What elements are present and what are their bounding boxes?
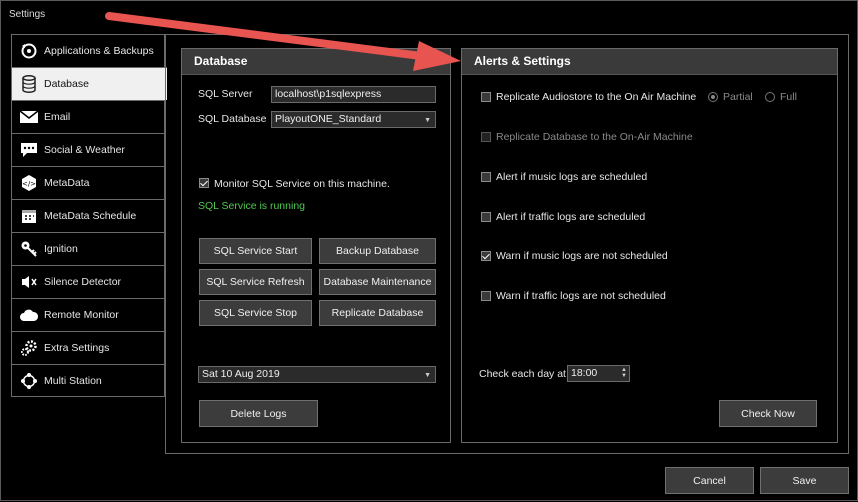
applications-backups-icon xyxy=(19,41,39,61)
full-label: Full xyxy=(780,91,797,103)
svg-text:</>: </> xyxy=(22,180,36,188)
nav-item-social-weather[interactable]: Social & Weather xyxy=(11,133,165,166)
full-radio[interactable] xyxy=(765,92,775,102)
backup-database-button[interactable]: Backup Database xyxy=(319,238,436,264)
database-panel: Database SQL Server localhost\p1sqlexpre… xyxy=(181,48,451,443)
nav-item-label: Silence Detector xyxy=(44,276,122,288)
settings-window: Settings Applications & Backups Database… xyxy=(0,0,858,501)
alert-music-logs-label: Alert if music logs are scheduled xyxy=(496,171,648,183)
metadata-icon: </> xyxy=(19,173,39,193)
chevron-down-icon: ▼ xyxy=(424,372,431,379)
database-maintenance-button[interactable]: Database Maintenance xyxy=(319,269,436,295)
alert-music-logs-checkbox[interactable] xyxy=(481,172,491,182)
sql-service-stop-button[interactable]: SQL Service Stop xyxy=(199,300,312,326)
sql-server-input[interactable]: localhost\p1sqlexpress xyxy=(271,86,436,103)
partial-label: Partial xyxy=(723,91,753,103)
delete-logs-button[interactable]: Delete Logs xyxy=(199,400,318,427)
settings-nav: Applications & Backups Database Email So… xyxy=(11,34,167,397)
replicate-audiostore-label: Replicate Audiostore to the On Air Machi… xyxy=(496,91,697,103)
sql-server-label: SQL Server xyxy=(198,88,253,100)
nav-item-label: Extra Settings xyxy=(44,342,110,354)
check-time-input[interactable]: 18:00 ▲ ▼ xyxy=(567,365,630,382)
log-date-value: Sat 10 Aug 2019 xyxy=(202,368,280,380)
chevron-down-icon: ▼ xyxy=(424,117,431,124)
nav-item-applications-backups[interactable]: Applications & Backups xyxy=(11,34,165,67)
nav-item-silence-detector[interactable]: Silence Detector xyxy=(11,265,165,298)
nav-item-label: MetaData Schedule xyxy=(44,210,137,222)
ignition-key-icon xyxy=(19,239,39,259)
nav-item-label: Social & Weather xyxy=(44,144,125,156)
log-date-select[interactable]: Sat 10 Aug 2019 ▼ xyxy=(198,366,436,383)
window-title: Settings xyxy=(9,9,46,20)
social-weather-icon xyxy=(19,140,39,160)
email-icon xyxy=(19,107,39,127)
warn-music-logs-checkbox[interactable] xyxy=(481,251,491,261)
speaker-mute-icon xyxy=(19,272,39,292)
alerts-panel: Alerts & Settings Replicate Audiostore t… xyxy=(461,48,838,443)
alert-traffic-logs-label: Alert if traffic logs are scheduled xyxy=(496,211,646,223)
nav-item-metadata-schedule[interactable]: MetaData Schedule xyxy=(11,199,165,232)
check-now-button[interactable]: Check Now xyxy=(719,400,817,427)
check-time-value: 18:00 xyxy=(571,367,598,379)
monitor-sql-checkbox[interactable] xyxy=(199,178,209,188)
sql-service-start-button[interactable]: SQL Service Start xyxy=(199,238,312,264)
save-button[interactable]: Save xyxy=(760,467,849,494)
nav-item-label: Ignition xyxy=(44,243,78,255)
partial-radio[interactable] xyxy=(708,92,718,102)
warn-traffic-logs-label: Warn if traffic logs are not scheduled xyxy=(496,290,666,302)
sql-database-label: SQL Database xyxy=(198,113,267,125)
nav-item-metadata[interactable]: </> MetaData xyxy=(11,166,165,199)
nav-item-label: MetaData xyxy=(44,177,90,189)
nav-item-label: Applications & Backups xyxy=(44,45,154,57)
monitor-sql-label: Monitor SQL Service on this machine. xyxy=(214,178,390,190)
nav-item-label: Multi Station xyxy=(44,374,102,387)
metadata-schedule-icon xyxy=(19,206,39,226)
alert-traffic-logs-checkbox[interactable] xyxy=(481,212,491,222)
nav-item-extra-settings[interactable]: Extra Settings xyxy=(11,331,165,364)
nav-item-label: Database xyxy=(44,78,89,90)
warn-music-logs-label: Warn if music logs are not scheduled xyxy=(496,250,668,262)
nav-item-remote-monitor[interactable]: Remote Monitor xyxy=(11,298,165,331)
replicate-database-checkbox[interactable] xyxy=(481,132,491,142)
nav-item-multi-station[interactable]: Multi Station xyxy=(11,364,165,397)
replicate-database-label: Replicate Database to the On-Air Machine xyxy=(496,131,693,143)
nav-item-email[interactable]: Email xyxy=(11,100,165,133)
nav-item-label: Remote Monitor xyxy=(44,309,119,321)
sql-status-text: SQL Service is running xyxy=(198,200,305,212)
replicate-audiostore-checkbox[interactable] xyxy=(481,92,491,102)
sql-database-value: PlayoutONE_Standard xyxy=(275,113,382,125)
nav-item-ignition[interactable]: Ignition xyxy=(11,232,165,265)
warn-traffic-logs-checkbox[interactable] xyxy=(481,291,491,301)
check-each-day-label: Check each day at xyxy=(479,368,566,380)
spinner-arrows-icon[interactable]: ▲ ▼ xyxy=(621,367,627,379)
database-panel-title: Database xyxy=(182,49,450,75)
database-icon xyxy=(19,74,39,94)
gears-icon xyxy=(19,338,39,358)
cancel-button[interactable]: Cancel xyxy=(665,467,754,494)
cloud-icon xyxy=(19,305,39,325)
sql-database-select[interactable]: PlayoutONE_Standard ▼ xyxy=(271,111,436,128)
nav-item-label: Email xyxy=(44,111,71,123)
alerts-panel-title: Alerts & Settings xyxy=(462,49,837,75)
replicate-database-button[interactable]: Replicate Database xyxy=(319,300,436,326)
sql-service-refresh-button[interactable]: SQL Service Refresh xyxy=(199,269,312,295)
nav-item-database[interactable]: Database xyxy=(11,67,167,100)
multi-station-icon xyxy=(19,371,39,391)
settings-content: Database SQL Server localhost\p1sqlexpre… xyxy=(165,34,849,454)
